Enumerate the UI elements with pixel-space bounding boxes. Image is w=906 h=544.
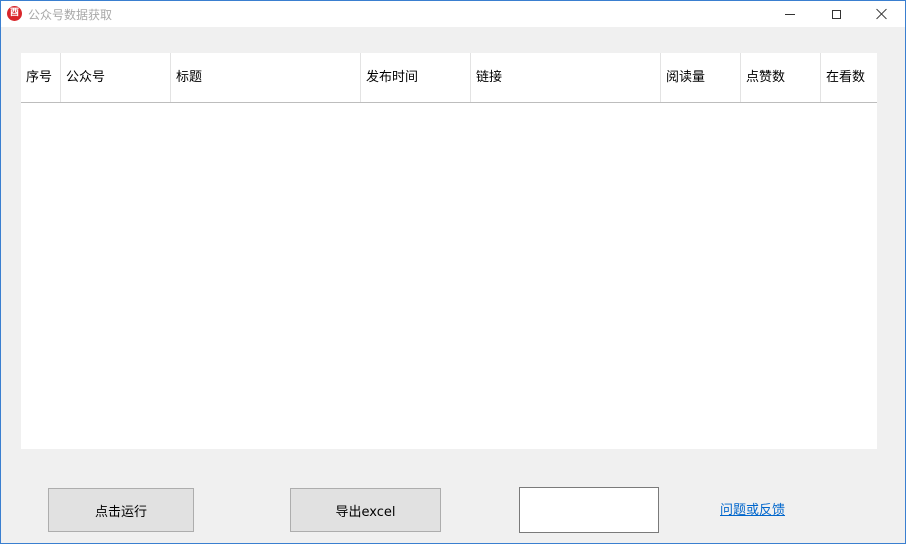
column-header-publish-time[interactable]: 发布时间 (361, 53, 471, 102)
column-header-index[interactable]: 序号 (21, 53, 61, 102)
column-header-account[interactable]: 公众号 (61, 53, 171, 102)
column-header-link[interactable]: 链接 (471, 53, 661, 102)
minimize-button[interactable] (767, 1, 813, 27)
export-excel-button[interactable]: 导出excel (290, 488, 441, 532)
title-bar[interactable]: 酉 公众号数据获取 (1, 1, 905, 27)
app-icon: 酉 (7, 6, 22, 21)
run-button[interactable]: 点击运行 (48, 488, 194, 532)
close-button[interactable] (859, 1, 905, 27)
column-header-likes[interactable]: 点赞数 (741, 53, 821, 102)
feedback-link[interactable]: 问题或反馈 (720, 499, 785, 518)
column-header-reads[interactable]: 阅读量 (661, 53, 741, 102)
table-header: 序号 公众号 标题 发布时间 链接 阅读量 点赞数 在看数 (21, 53, 877, 103)
column-header-title[interactable]: 标题 (171, 53, 361, 102)
data-table[interactable]: 序号 公众号 标题 发布时间 链接 阅读量 点赞数 在看数 (21, 53, 877, 449)
window-title: 公众号数据获取 (28, 8, 113, 22)
minimize-icon (785, 13, 795, 15)
maximize-button[interactable] (813, 1, 859, 27)
app-window: 酉 公众号数据获取 序号 公众号 标题 发布时间 链接 阅读量 点赞数 在看数 (0, 0, 906, 544)
input-field[interactable] (519, 487, 659, 533)
close-icon (876, 8, 888, 20)
maximize-icon (831, 9, 841, 19)
client-area: 序号 公众号 标题 发布时间 链接 阅读量 点赞数 在看数 点击运行 导出exc… (1, 27, 905, 543)
column-header-watching[interactable]: 在看数 (821, 53, 877, 102)
